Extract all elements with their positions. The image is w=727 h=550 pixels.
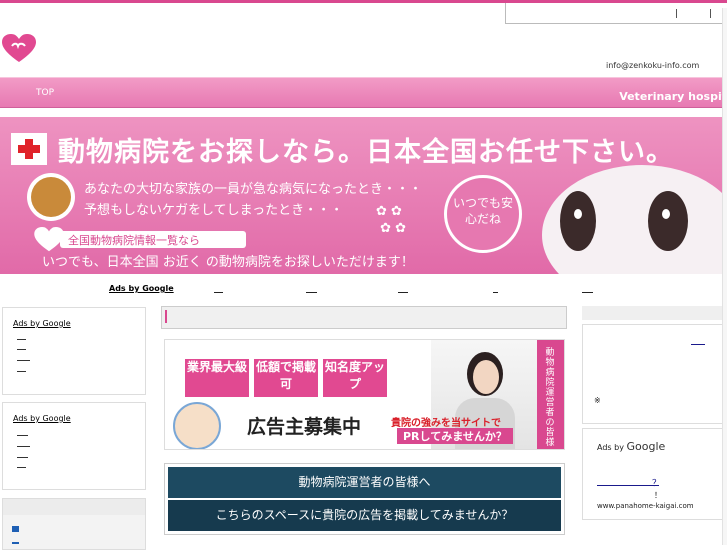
left-ads-box-2: Ads by Google bbox=[2, 402, 146, 490]
advertiser-recruit-banner[interactable]: 業界最大級 低額で掲載可 知名度アップ 広告主募集中 貴院の強みを当サイトで P… bbox=[164, 339, 565, 450]
paw-prints-icon: ✿ ✿ ✿ ✿ bbox=[376, 204, 407, 236]
ad-feature-block: 低額で掲載可 bbox=[254, 359, 318, 397]
nav-site-tagline: Veterinary hospit bbox=[619, 90, 727, 103]
heart-logo-icon[interactable] bbox=[2, 34, 36, 64]
ad-link[interactable] bbox=[691, 344, 705, 345]
ad-feature-block: 業界最大級 bbox=[185, 359, 249, 397]
hero-banner[interactable]: 動物病院をお探しなら。日本全国お任せ下さい。 あなたの大切な家族の一員が急な病気… bbox=[0, 117, 727, 274]
banner-line-2: 予想もしないケガをしてしまったとき・・・ bbox=[84, 203, 344, 218]
left-menu-box bbox=[2, 498, 146, 550]
ad-vertical-text: 動物病院運営者の皆様へ bbox=[545, 348, 555, 449]
arrow-right-icon[interactable] bbox=[12, 542, 19, 544]
ad-subtext: 貴院の強みを当サイトで bbox=[391, 418, 501, 429]
banner-line-1: あなたの大切な家族の一員が急な病気になったとき・・・ bbox=[84, 182, 423, 197]
search-cursor bbox=[165, 310, 167, 323]
ads-by-google-label[interactable]: Ads by Google bbox=[597, 440, 665, 453]
advertise-here-banner[interactable]: 動物病院運営者の皆様へ こちらのスペースに貴院の広告を掲載してみませんか？ bbox=[164, 463, 565, 535]
right-box-1 bbox=[582, 324, 727, 424]
ad-link[interactable] bbox=[493, 292, 498, 293]
ads-by-prefix: Ads by bbox=[597, 443, 624, 452]
ad-link[interactable] bbox=[17, 457, 28, 458]
ad-link[interactable] bbox=[17, 349, 26, 350]
ad-link[interactable] bbox=[17, 371, 26, 372]
ad-link[interactable] bbox=[398, 292, 408, 293]
ad-link[interactable] bbox=[17, 360, 30, 361]
mascot-eye-shine bbox=[662, 209, 670, 219]
speech-bubble-text: いつでも安心だね bbox=[452, 196, 513, 226]
google-brand-text: Google bbox=[626, 440, 666, 453]
mascot-eye-right bbox=[648, 191, 688, 251]
main-nav-bar: TOP Veterinary hospit bbox=[0, 77, 727, 108]
ad-description: ！ bbox=[654, 491, 662, 500]
note-marker: ※ bbox=[594, 396, 601, 405]
ad-link[interactable] bbox=[306, 292, 317, 293]
ad-link[interactable] bbox=[17, 339, 26, 340]
ad-link[interactable] bbox=[17, 446, 30, 447]
ad2-line-2: こちらのスペースに貴院の広告を掲載してみませんか？ bbox=[168, 500, 561, 531]
left-ads-box-1: Ads by Google bbox=[2, 307, 146, 395]
top-utility-box bbox=[505, 3, 727, 24]
right-column-header bbox=[582, 306, 727, 320]
ad-photo-person-face bbox=[473, 360, 499, 394]
ad-title-underline[interactable] bbox=[597, 485, 659, 486]
ad-feature-block: 知名度アップ bbox=[323, 359, 387, 397]
heart-icon bbox=[34, 227, 64, 252]
ad-url[interactable]: www.panahome-kaigai.com bbox=[597, 502, 694, 510]
banner-pill-text: 全国動物病院情報一覧なら bbox=[68, 234, 200, 247]
ad2-line-1: 動物病院運営者の皆様へ bbox=[168, 467, 561, 498]
ad-link[interactable] bbox=[214, 292, 223, 293]
ad-link[interactable] bbox=[582, 292, 593, 293]
top-link-separator bbox=[676, 9, 677, 18]
cross-horizontal-bar bbox=[18, 145, 40, 153]
ad-pr-text: PRしてみませんか？ bbox=[397, 428, 513, 444]
top-link-separator bbox=[710, 9, 711, 18]
arrow-right-icon[interactable] bbox=[12, 526, 19, 532]
ads-by-google-label[interactable]: Ads by Google bbox=[109, 284, 174, 293]
dog-face bbox=[31, 177, 71, 217]
ad-title-link[interactable]: ？ bbox=[652, 476, 661, 489]
banner-line-3: いつでも、日本全国 お近く の動物病院をお探しいただけます！ bbox=[42, 255, 414, 270]
left-menu-header bbox=[3, 499, 145, 515]
page-scrollbar[interactable] bbox=[722, 8, 727, 545]
banner-title: 動物病院をお探しなら。日本全国お任せ下さい。 bbox=[58, 137, 674, 168]
ad-link[interactable] bbox=[17, 435, 28, 436]
contact-email: info@zenkoku-info.com bbox=[606, 61, 700, 70]
mascot-icon bbox=[173, 402, 221, 449]
ads-by-google-label[interactable]: Ads by Google bbox=[13, 414, 71, 423]
mascot-eye-shine bbox=[574, 209, 582, 219]
ad-headline: 広告主募集中 bbox=[247, 416, 362, 438]
mascot-eye-left bbox=[560, 191, 596, 251]
ad-link[interactable] bbox=[17, 467, 26, 468]
ads-by-google-label[interactable]: Ads by Google bbox=[13, 319, 71, 328]
nav-top-link[interactable]: TOP bbox=[36, 88, 54, 98]
search-bar[interactable] bbox=[161, 306, 567, 329]
